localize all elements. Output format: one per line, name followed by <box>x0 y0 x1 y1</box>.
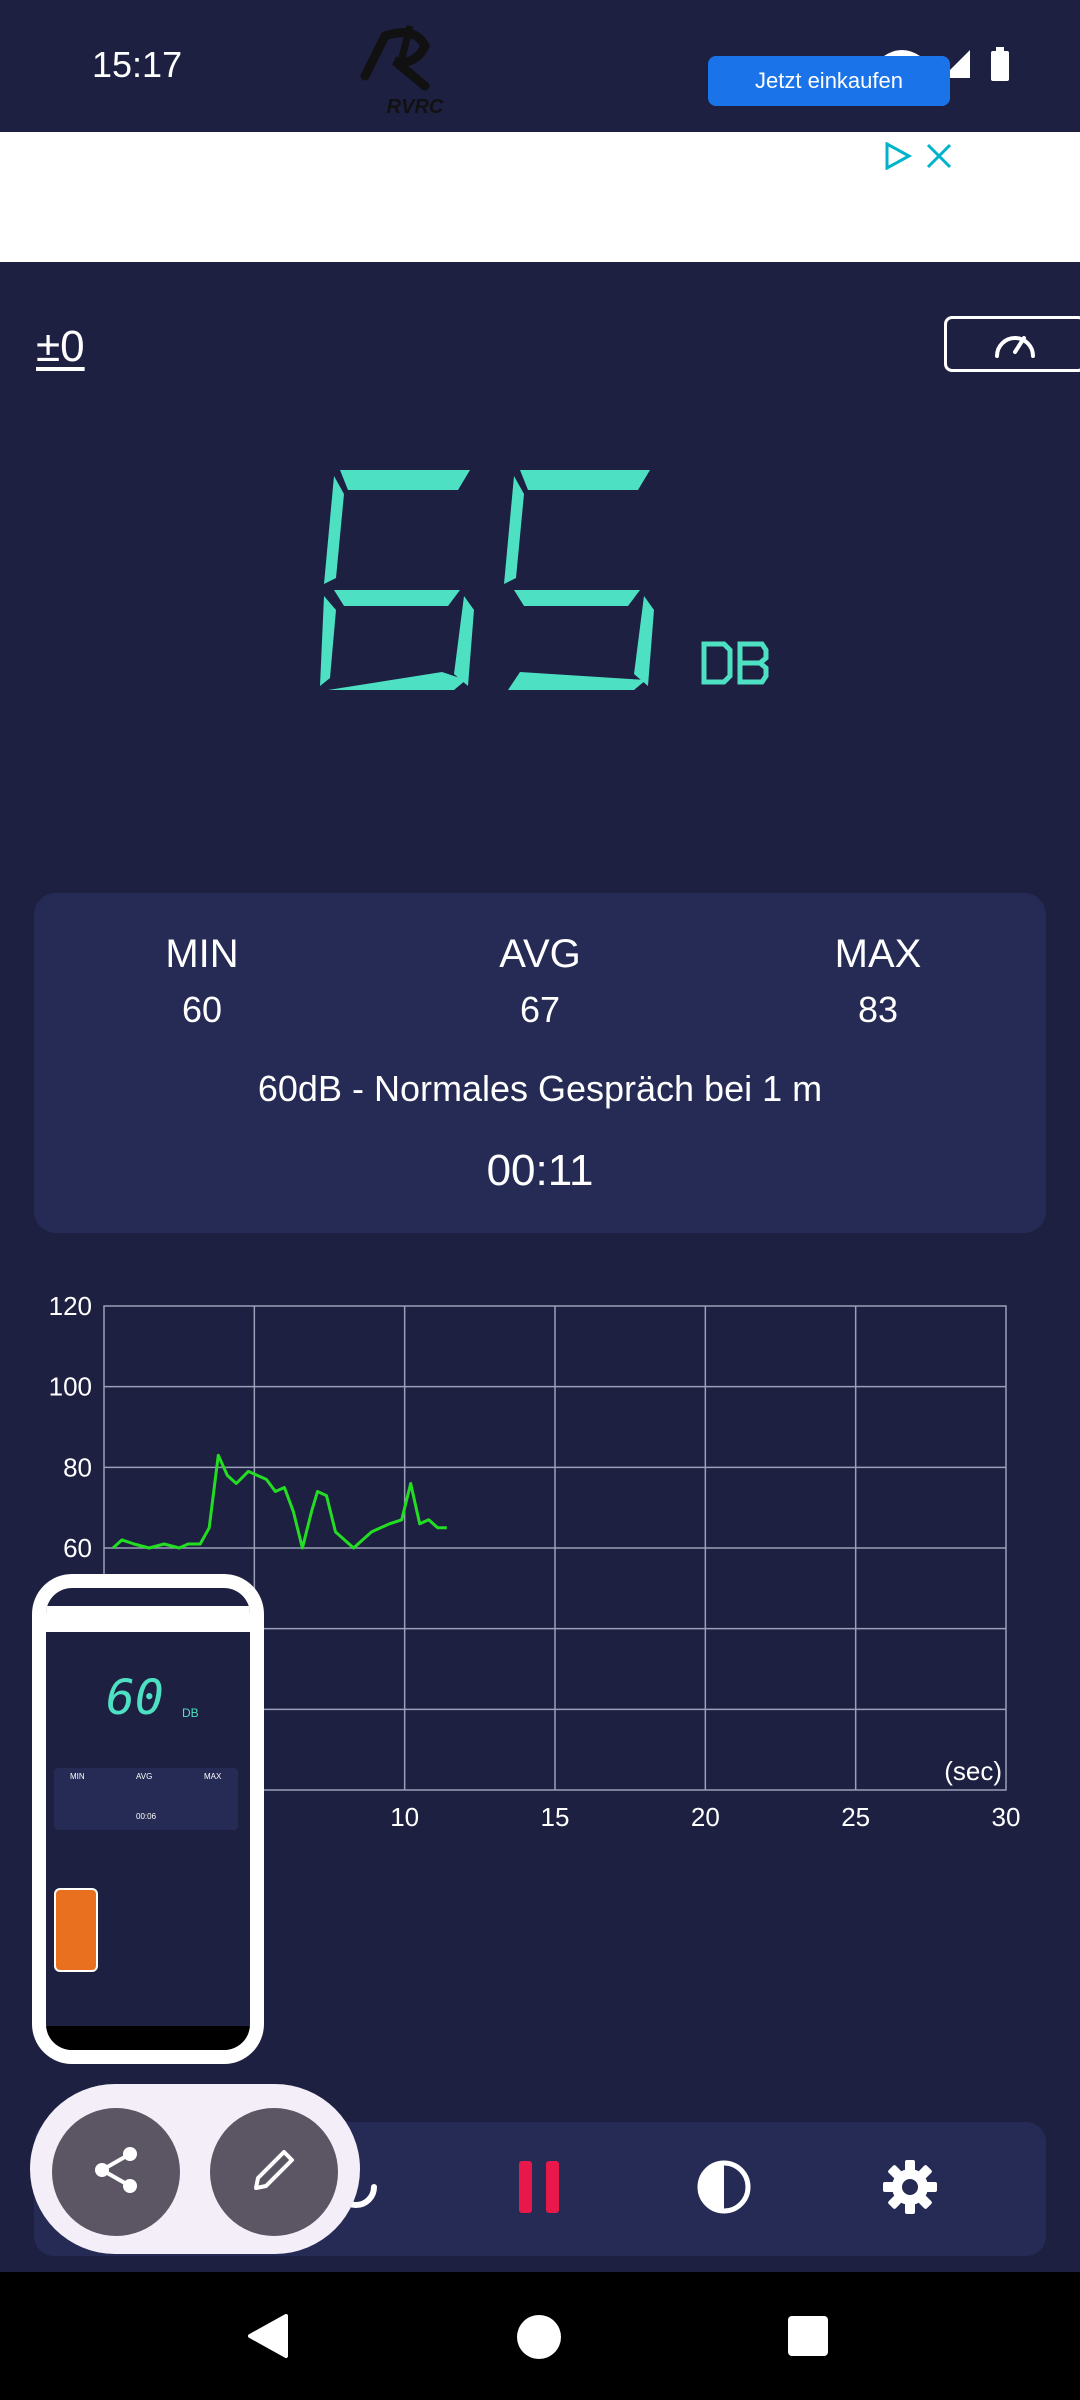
pencil-icon <box>246 2142 302 2203</box>
share-button[interactable] <box>52 2108 180 2236</box>
chart-y-tick-label: 100 <box>49 1372 92 1402</box>
decibel-reading <box>320 460 670 700</box>
chart-series-line <box>111 1453 447 1550</box>
thumb-unit: DB <box>182 1706 199 1720</box>
stat-min-label: MIN <box>165 932 239 976</box>
speedometer-icon <box>993 324 1037 365</box>
thumb-ad <box>46 1606 250 1632</box>
unit-label <box>700 640 770 686</box>
battery-icon <box>990 46 1010 86</box>
chart-x-tick-label: 25 <box>841 1802 870 1832</box>
gear-icon <box>881 2158 939 2221</box>
chart-x-axis-label: (sec) <box>944 1756 1002 1786</box>
pause-icon <box>517 2159 561 2220</box>
thumb-reading: 60 <box>106 1670 164 1726</box>
stat-max-label: MAX <box>834 932 922 976</box>
stat-avg-value: 67 <box>519 989 561 1030</box>
share-icon <box>88 2142 144 2203</box>
settings-button[interactable] <box>874 2153 946 2225</box>
chart-y-tick-label: 120 <box>49 1291 92 1321</box>
thumb-timer: 00:06 <box>136 1812 157 1821</box>
chart-x-tick-label: 30 <box>992 1802 1021 1832</box>
ad-brand-name: RVRC <box>386 96 444 118</box>
thumb-nav <box>46 2026 250 2050</box>
thumb-avg-label: AVG <box>136 1772 153 1781</box>
ad-shop-button[interactable]: Jetzt einkaufen <box>708 56 950 106</box>
elapsed-timer: 00:11 <box>486 1146 594 1195</box>
stat-min-value: 60 <box>181 989 223 1030</box>
thumb-nested-preview <box>54 1888 98 1972</box>
recents-icon[interactable] <box>788 2316 828 2361</box>
screenshot-preview-content: 60 DB MIN AVG MAX 00:06 <box>46 1588 250 2050</box>
chart-y-tick-label: 80 <box>63 1452 92 1482</box>
noise-description: 60dB - Normales Gespräch bei 1 m <box>257 1068 823 1109</box>
stat-min: MIN 60 <box>82 932 322 1031</box>
gauge-mode-button[interactable] <box>944 316 1080 372</box>
home-icon[interactable] <box>516 2314 562 2365</box>
stat-avg-label: AVG <box>499 932 581 976</box>
stat-max-value: 83 <box>857 989 899 1030</box>
chart-x-tick-label: 15 <box>541 1802 570 1832</box>
edit-button[interactable] <box>210 2108 338 2236</box>
thumb-max-label: MAX <box>204 1772 222 1781</box>
status-time: 15:17 <box>92 44 183 85</box>
back-icon[interactable] <box>246 2312 290 2365</box>
thumb-min-label: MIN <box>70 1772 85 1781</box>
stat-max: MAX 83 <box>758 932 998 1031</box>
ad-close-icon[interactable] <box>925 142 953 175</box>
chart-x-tick-label: 10 <box>390 1802 419 1832</box>
screenshot-preview[interactable]: 60 DB MIN AVG MAX 00:06 <box>32 1574 264 2064</box>
pause-button[interactable] <box>503 2153 575 2225</box>
stat-avg: AVG 67 <box>420 932 660 1031</box>
chart-y-tick-label: 60 <box>63 1533 92 1563</box>
thumb-stats: MIN AVG MAX 00:06 <box>54 1768 238 1830</box>
chart-x-tick-label: 20 <box>691 1802 720 1832</box>
contrast-icon <box>695 2158 753 2221</box>
ad-choices-icon[interactable] <box>883 141 913 175</box>
ad-banner[interactable] <box>0 132 1080 262</box>
theme-toggle-button[interactable] <box>688 2153 760 2225</box>
calibration-button[interactable]: ±0 <box>36 322 85 372</box>
